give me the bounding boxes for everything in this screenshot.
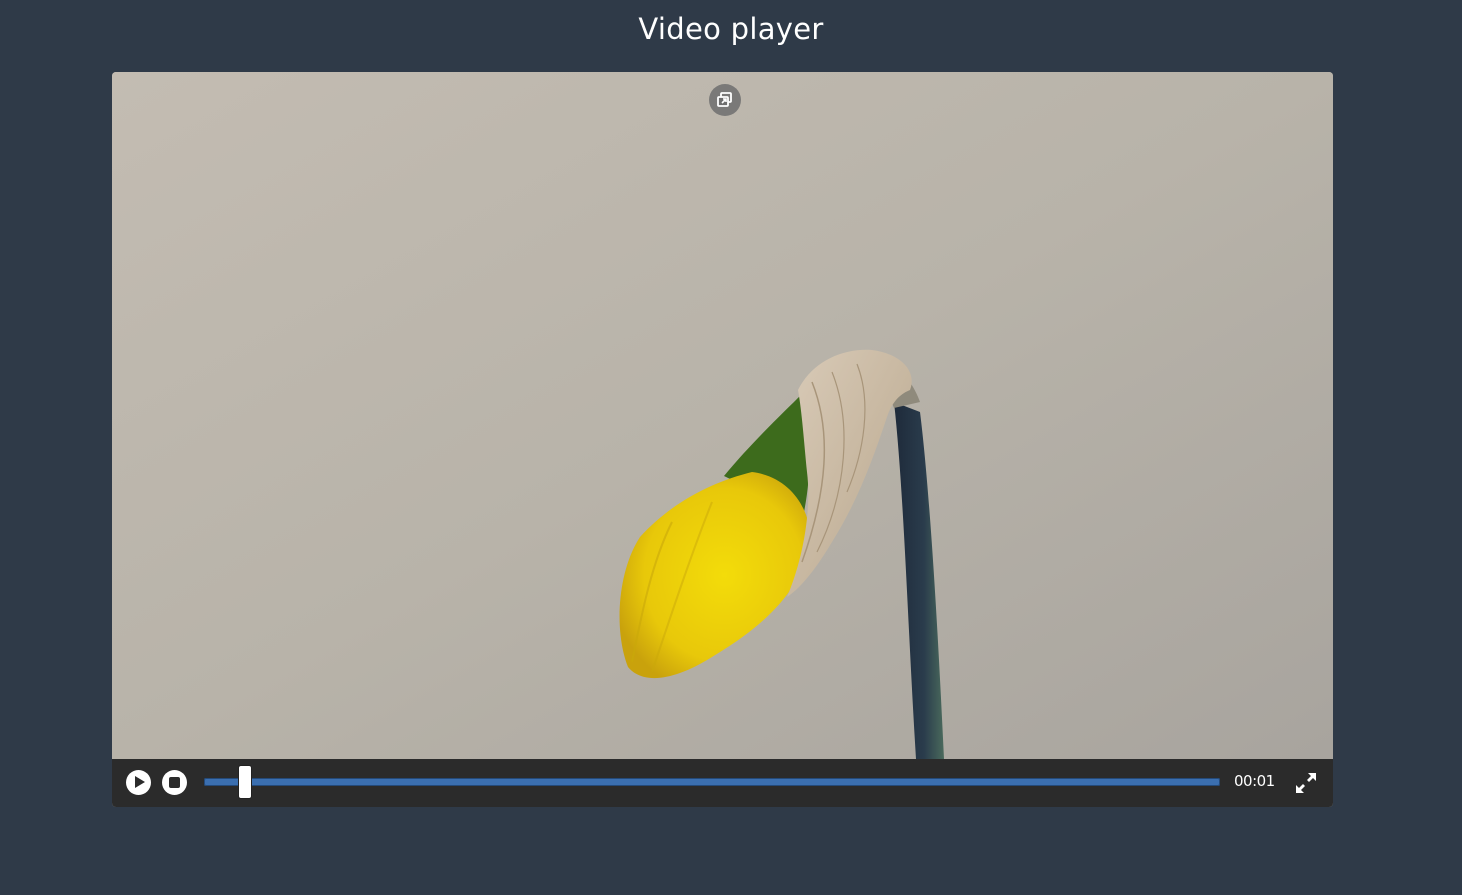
page-title: Video player bbox=[638, 12, 824, 46]
daffodil-bud-image bbox=[112, 72, 1333, 759]
stop-button[interactable] bbox=[162, 770, 187, 795]
progress-slider[interactable] bbox=[204, 765, 1220, 799]
picture-in-picture-icon bbox=[717, 92, 732, 107]
progress-thumb[interactable] bbox=[237, 765, 252, 799]
play-button[interactable] bbox=[126, 770, 151, 795]
video-player[interactable]: 00:01 bbox=[112, 72, 1333, 807]
control-bar: 00:01 bbox=[112, 759, 1333, 807]
time-display: 00:01 bbox=[1234, 772, 1275, 790]
fullscreen-icon bbox=[1296, 773, 1316, 793]
picture-in-picture-button[interactable] bbox=[709, 84, 741, 116]
video-frame[interactable] bbox=[112, 72, 1333, 759]
fullscreen-button[interactable] bbox=[1294, 771, 1318, 795]
